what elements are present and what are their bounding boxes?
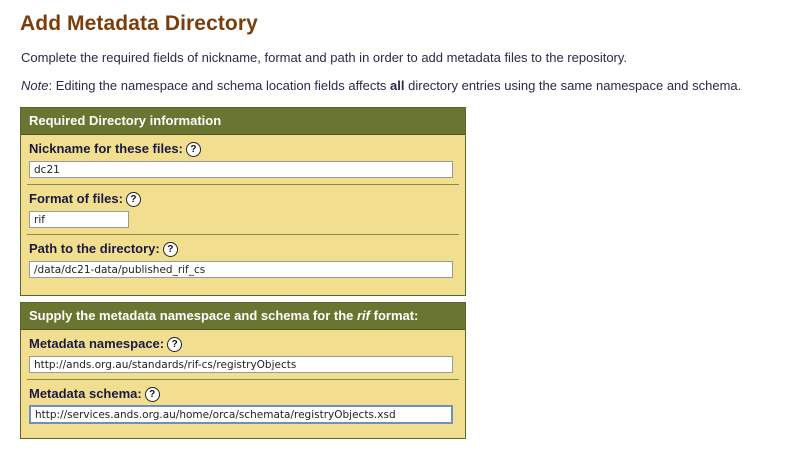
schema-label: Metadata schema:?	[29, 386, 160, 402]
note-text-before: : Editing the namespace and schema locat…	[48, 78, 391, 93]
nickname-label: Nickname for these files:?	[29, 141, 201, 157]
question-mark-circle-icon[interactable]: ?	[185, 142, 201, 157]
question-mark-circle-icon[interactable]: ?	[144, 387, 160, 402]
schema-header-after: format:	[370, 308, 419, 323]
path-input[interactable]	[29, 261, 453, 278]
path-row: Path to the directory:?	[27, 235, 459, 284]
note-text: Note: Editing the namespace and schema l…	[21, 78, 741, 93]
schema-input[interactable]	[29, 405, 453, 424]
namespace-label-text: Metadata namespace:	[29, 336, 165, 351]
note-text-after: directory entries using the same namespa…	[404, 78, 742, 93]
path-label-text: Path to the directory:	[29, 241, 160, 256]
page-title: Add Metadata Directory	[20, 12, 258, 35]
namespace-row: Metadata namespace:?	[27, 330, 459, 380]
schema-panel: Supply the metadata namespace and schema…	[20, 302, 466, 439]
schema-header-format: rif	[357, 308, 370, 323]
path-label: Path to the directory:?	[29, 241, 178, 257]
nickname-label-text: Nickname for these files:	[29, 141, 183, 156]
question-mark-circle-icon[interactable]: ?	[162, 242, 178, 257]
format-input[interactable]	[29, 211, 129, 228]
schema-header-before: Supply the metadata namespace and schema…	[29, 308, 357, 323]
schema-panel-header: Supply the metadata namespace and schema…	[21, 303, 465, 330]
format-label: Format of files:?	[29, 191, 141, 207]
namespace-label: Metadata namespace:?	[29, 336, 183, 352]
required-directory-panel: Required Directory information Nickname …	[20, 107, 466, 296]
format-label-text: Format of files:	[29, 191, 123, 206]
question-mark-circle-icon[interactable]: ?	[125, 192, 141, 207]
nickname-row: Nickname for these files:?	[27, 135, 459, 185]
format-row: Format of files:?	[27, 185, 459, 235]
nickname-input[interactable]	[29, 161, 453, 178]
intro-text: Complete the required fields of nickname…	[21, 50, 628, 65]
required-directory-header: Required Directory information	[21, 108, 465, 135]
note-bold: all	[390, 78, 405, 93]
note-label: Note	[21, 78, 49, 93]
question-mark-circle-icon[interactable]: ?	[167, 337, 183, 352]
schema-row: Metadata schema:?	[27, 380, 459, 430]
schema-label-text: Metadata schema:	[29, 386, 142, 401]
namespace-input[interactable]	[29, 356, 453, 373]
